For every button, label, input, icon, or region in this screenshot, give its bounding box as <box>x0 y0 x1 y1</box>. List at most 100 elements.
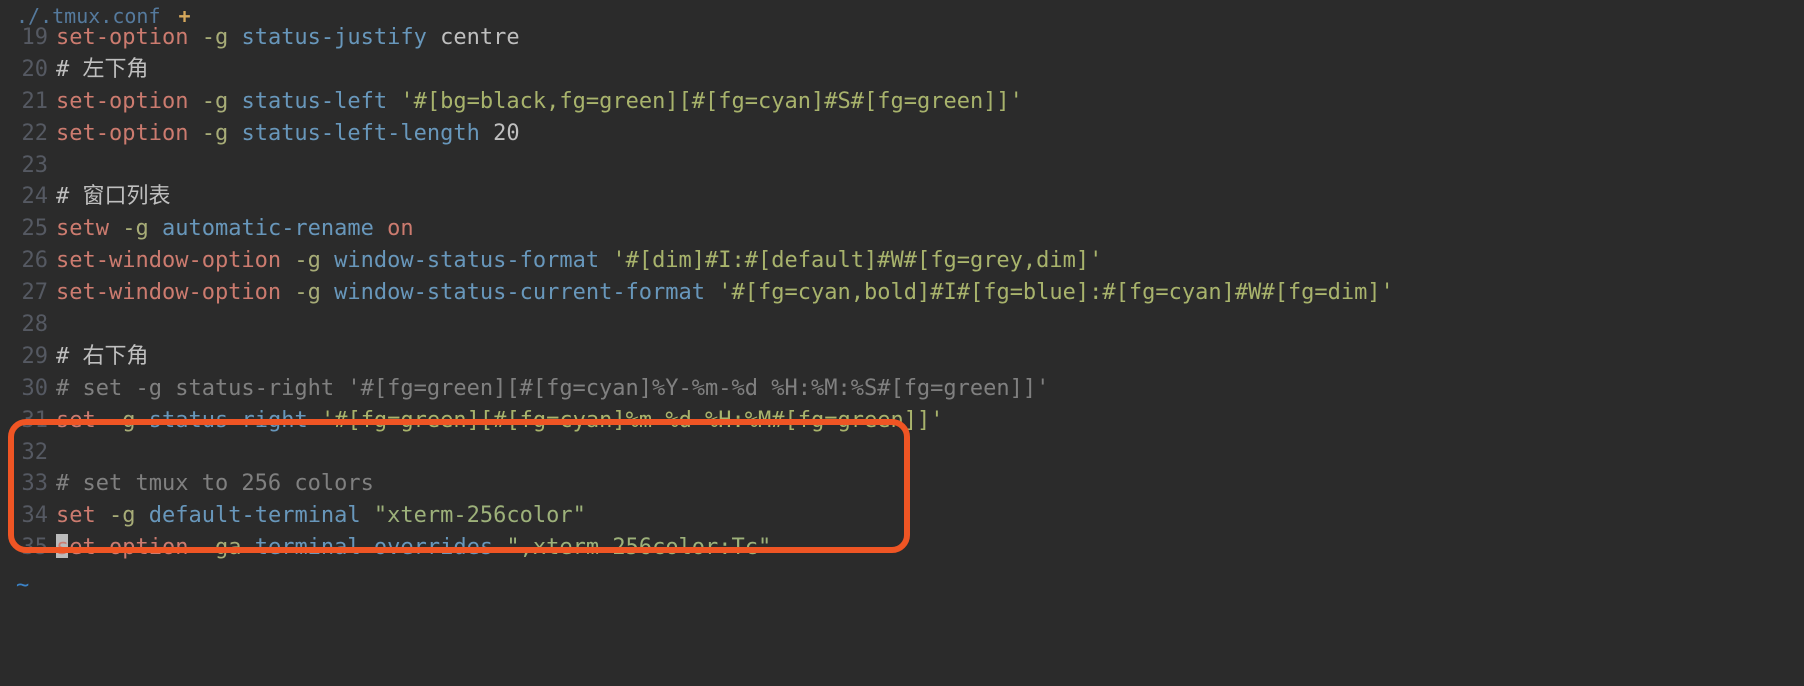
code-token <box>188 25 201 50</box>
code-token <box>136 408 149 433</box>
code-token <box>96 408 109 433</box>
code-token <box>321 280 334 305</box>
code-token <box>136 503 149 528</box>
line-number: 33 <box>0 468 56 500</box>
code-token <box>228 89 241 114</box>
line-number: 26 <box>0 245 56 277</box>
code-line[interactable]: 20# 左下角 <box>0 54 1394 86</box>
code-token: set <box>56 503 96 528</box>
code-token <box>387 89 400 114</box>
code-line[interactable]: 28 <box>0 309 1394 341</box>
code-token <box>96 503 109 528</box>
empty-line-tilde: ~ <box>16 570 29 602</box>
code-token: set-window-option <box>56 280 281 305</box>
code-line[interactable]: 34set -g default-terminal "xterm-256colo… <box>0 500 1394 532</box>
code-line[interactable]: 32 <box>0 437 1394 469</box>
code-token <box>281 248 294 273</box>
code-token: terminal-overrides <box>255 535 493 560</box>
line-number: 19 <box>0 22 56 54</box>
code-line[interactable]: 19set-option -g status-justify centre <box>0 22 1394 54</box>
line-number: 20 <box>0 54 56 86</box>
code-token: window-status-current-format <box>334 280 705 305</box>
code-token: -g <box>109 503 136 528</box>
code-token: status-justify <box>241 25 426 50</box>
code-line[interactable]: 29# 右下角 <box>0 341 1394 373</box>
code-token: -g <box>122 216 149 241</box>
code-token <box>480 121 493 146</box>
code-token <box>493 535 506 560</box>
code-token: set-option <box>56 535 188 560</box>
code-token <box>228 121 241 146</box>
code-line[interactable]: 26set-window-option -g window-status-for… <box>0 245 1394 277</box>
code-token <box>188 89 201 114</box>
code-token: status-left <box>241 89 387 114</box>
code-token: on <box>387 216 414 241</box>
line-number: 35 <box>0 532 56 564</box>
line-number: 23 <box>0 150 56 182</box>
code-token <box>599 248 612 273</box>
code-token: set-window-option <box>56 248 281 273</box>
code-token: # set tmux to 256 colors <box>56 471 374 496</box>
code-line[interactable]: 22set-option -g status-left-length 20 <box>0 118 1394 150</box>
code-token: setw <box>56 216 109 241</box>
line-number: 28 <box>0 309 56 341</box>
line-number: 30 <box>0 373 56 405</box>
code-token <box>705 280 718 305</box>
code-token <box>188 121 201 146</box>
code-token: '#[fg=cyan,bold]#I#[fg=blue]:#[fg=cyan]#… <box>718 280 1394 305</box>
code-token: -ga <box>202 535 242 560</box>
code-token: # set -g status-right '#[fg=green][#[fg=… <box>56 376 1049 401</box>
line-number: 27 <box>0 277 56 309</box>
code-token: -g <box>202 89 229 114</box>
code-token: centre <box>440 25 519 50</box>
code-token <box>149 216 162 241</box>
code-token <box>427 25 440 50</box>
line-number: 24 <box>0 181 56 213</box>
line-number: 21 <box>0 86 56 118</box>
code-line[interactable]: 27set-window-option -g window-status-cur… <box>0 277 1394 309</box>
code-editor[interactable]: 19set-option -g status-justify centre20#… <box>0 22 1394 564</box>
line-number: 32 <box>0 437 56 469</box>
code-token: set <box>56 408 96 433</box>
line-number: 25 <box>0 213 56 245</box>
code-line[interactable]: 31set -g status-right '#[fg=green][#[fg=… <box>0 405 1394 437</box>
code-line[interactable]: 25setw -g automatic-rename on <box>0 213 1394 245</box>
code-line[interactable]: 35set-option -ga terminal-overrides ",xt… <box>0 532 1394 564</box>
code-token <box>321 248 334 273</box>
code-token <box>281 280 294 305</box>
code-token: # 窗口列表 <box>56 184 171 209</box>
code-token: -g <box>294 280 321 305</box>
code-token <box>308 408 321 433</box>
code-token: automatic-rename <box>162 216 374 241</box>
code-token: -g <box>109 408 136 433</box>
code-token: '#[fg=green][#[fg=cyan]%m-%d %H:%M#[fg=g… <box>321 408 944 433</box>
code-token: -g <box>294 248 321 273</box>
code-token: window-status-format <box>334 248 599 273</box>
code-token <box>228 25 241 50</box>
code-token: -g <box>202 25 229 50</box>
code-line[interactable]: 33# set tmux to 256 colors <box>0 468 1394 500</box>
code-token <box>361 503 374 528</box>
line-number: 29 <box>0 341 56 373</box>
code-line[interactable]: 23 <box>0 150 1394 182</box>
code-token: set-option <box>56 121 188 146</box>
code-line[interactable]: 30# set -g status-right '#[fg=green][#[f… <box>0 373 1394 405</box>
code-token: status-left-length <box>241 121 479 146</box>
code-token <box>374 216 387 241</box>
code-line[interactable]: 21set-option -g status-left '#[bg=black,… <box>0 86 1394 118</box>
line-number: 22 <box>0 118 56 150</box>
code-token: "xterm-256color" <box>374 503 586 528</box>
code-token: '#[dim]#I:#[default]#W#[fg=grey,dim]' <box>612 248 1102 273</box>
code-token: ",xterm-256color:Tc" <box>506 535 771 560</box>
code-token: # 右下角 <box>56 344 149 369</box>
code-token: status-right <box>149 408 308 433</box>
line-number: 34 <box>0 500 56 532</box>
code-token <box>109 216 122 241</box>
code-token: '#[bg=black,fg=green][#[fg=cyan]#S#[fg=g… <box>400 89 1023 114</box>
line-number: 31 <box>0 405 56 437</box>
code-token: 20 <box>493 121 520 146</box>
code-token: set-option <box>56 89 188 114</box>
code-token: # 左下角 <box>56 57 149 82</box>
code-token <box>241 535 254 560</box>
code-line[interactable]: 24# 窗口列表 <box>0 181 1394 213</box>
